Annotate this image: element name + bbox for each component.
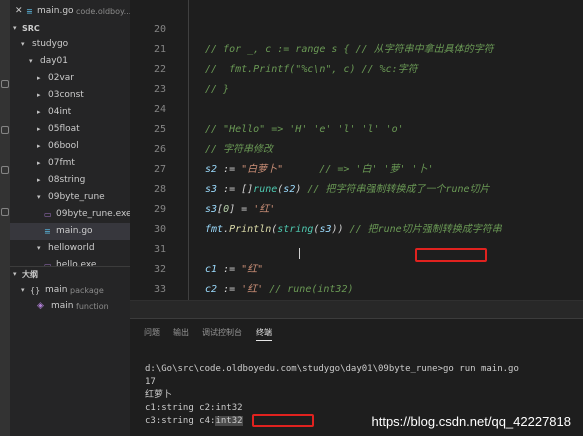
annotation-box-editor (415, 248, 487, 262)
code-line[interactable]: 31 c1 := "红" (130, 220, 583, 275)
tree-item-07fmt[interactable]: ▸ 07fmt (10, 155, 130, 172)
terminal-command-line[interactable]: d:\Go\src\code.oldboyedu.com\studygo\day… (145, 363, 519, 375)
tree-item-04int[interactable]: ▸ 04int (10, 104, 130, 121)
close-icon[interactable]: ✕ (15, 3, 23, 20)
terminal-selected-text: int32 (215, 416, 243, 426)
tab-debug-console[interactable]: 调试控制台 (202, 327, 242, 338)
outline-item-function[interactable]: ◈ main function (10, 298, 130, 315)
search-icon[interactable] (1, 80, 9, 88)
code-line[interactable]: 23 (130, 60, 583, 95)
chevron-right-icon: ▸ (37, 142, 41, 150)
code-line[interactable]: 21 // fmt.Printf("%c\n", c) // %c:字符 (130, 20, 583, 75)
chevron-down-icon: ▾ (37, 193, 41, 201)
tree-item-08string[interactable]: ▸ 08string (10, 172, 130, 189)
code-line[interactable]: 25 // 字符串修改 (130, 100, 583, 155)
tree-item-06bool[interactable]: ▸ 06bool (10, 138, 130, 155)
explorer-sidebar: ✕ ≡ main.go code.oldboy... ▾ SRC ▾ study… (10, 0, 130, 436)
code-line[interactable]: 32 c2 := '红' // rune(int32) (130, 240, 583, 295)
go-file-icon: ≡ (26, 7, 33, 16)
terminal-output-line: c3:string c4:int32 (145, 415, 243, 427)
code-line[interactable]: 30 (130, 200, 583, 235)
tree-item-02var[interactable]: ▸ 02var (10, 70, 130, 87)
tree-item-helloworld-folder[interactable]: ▾ helloworld (10, 240, 130, 257)
outline-item-label: main (51, 301, 74, 311)
code-line[interactable]: 26 s2 := "白萝卜" // => '白' '萝' '卜' (130, 120, 583, 175)
chevron-down-icon: ▾ (21, 286, 25, 294)
bottom-panel: 问题 输出 调试控制台 终端 d:\Go\src\code.oldboyedu.… (130, 318, 583, 436)
outline-item-package[interactable]: ▾ {} main package (10, 282, 130, 299)
tree-item-03const[interactable]: ▸ 03const (10, 87, 130, 104)
terminal-output-text: c3:string c4: (145, 416, 216, 426)
tree-item-label: main.go (56, 226, 93, 236)
outline-header[interactable]: ▾ 大纲 (10, 266, 130, 282)
outline-item-label: main (45, 285, 68, 295)
tree-item-main-go[interactable]: ≡ main.go (10, 223, 130, 240)
tab-terminal[interactable]: 终端 (256, 327, 272, 341)
chevron-down-icon: ▾ (13, 270, 17, 278)
tree-item-label: 05float (48, 124, 80, 134)
chevron-right-icon: ▸ (37, 91, 41, 99)
tree-item-label: studygo (32, 39, 69, 49)
chevron-right-icon: ▸ (37, 108, 41, 116)
chevron-down-icon: ▾ (13, 24, 17, 32)
code-line[interactable]: 20 // for _, c := range s { // 从字符串中拿出具体… (130, 0, 583, 55)
chevron-right-icon: ▸ (37, 125, 41, 133)
go-file-icon: ≡ (44, 227, 51, 236)
tree-item-label: 08string (48, 175, 86, 185)
tree-item-label: 09byte_rune.exe (56, 209, 130, 219)
terminal-output-line: 17 (145, 377, 156, 387)
tree-item-label: day01 (40, 56, 69, 66)
tree-item-label: helloworld (48, 243, 95, 253)
chevron-down-icon: ▾ (37, 244, 41, 252)
braces-icon: {} (30, 286, 41, 295)
code-line[interactable]: 24 // "Hello" => 'H' 'e' 'l' 'l' 'o' (130, 80, 583, 135)
code-line[interactable]: 33 fmt.Printf("c1:%T c2:%T\n", c1, c2) (130, 260, 583, 315)
code-line[interactable]: 34 c3 := "H" (130, 280, 583, 315)
tree-item-05float[interactable]: ▸ 05float (10, 121, 130, 138)
tree-item-day01[interactable]: ▾ day01 (10, 53, 130, 70)
terminal-output-line: 红萝卜 (145, 390, 173, 400)
chevron-down-icon: ▾ (21, 40, 25, 48)
tree-item-09byte-rune-exe[interactable]: ▭ 09byte_rune.exe (10, 206, 130, 223)
tree-item-label: 02var (48, 73, 74, 83)
code-line[interactable]: 28 s3[0] = '红' (130, 160, 583, 215)
debug-icon[interactable] (1, 166, 9, 174)
tab-output[interactable]: 输出 (173, 327, 189, 338)
tree-item-label: 04int (48, 107, 72, 117)
src-folder-header[interactable]: ▾ SRC (10, 20, 130, 37)
activity-bar (0, 0, 10, 436)
terminal-output-line: c1:string c2:int32 (145, 403, 243, 413)
chevron-right-icon: ▸ (37, 176, 41, 184)
extensions-icon[interactable] (1, 208, 9, 216)
source-control-icon[interactable] (1, 126, 9, 134)
tree-item-studygo[interactable]: ▾ studygo (10, 36, 130, 53)
mouse-ibeam-cursor (299, 248, 300, 259)
tree-item-09byte-rune[interactable]: ▾ 09byte_rune (10, 189, 130, 206)
chevron-right-icon: ▸ (37, 159, 41, 167)
code-line-current[interactable]: 35 c4 := 'H' (130, 300, 583, 318)
outline-item-kind: package (70, 286, 104, 295)
exe-file-icon: ▭ (44, 210, 52, 219)
open-editor-path: code.oldboy... (76, 7, 130, 16)
code-editor[interactable]: 20 // for _, c := range s { // 从字符串中拿出具体… (130, 0, 583, 318)
outline-header-label: 大纲 (22, 270, 38, 279)
watermark-text: https://blog.csdn.net/qq_42227818 (371, 414, 572, 429)
annotation-box-terminal (252, 414, 314, 427)
tree-item-label: 06bool (48, 141, 79, 151)
code-line[interactable]: 22 // } (130, 40, 583, 95)
code-line[interactable]: 27 s3 := []rune(s2) // 把字符串强制转换成了一个rune切… (130, 140, 583, 195)
open-editor-item[interactable]: ✕ ≡ main.go code.oldboy... (10, 3, 130, 20)
src-section-label: SRC (22, 24, 40, 33)
tree-item-label: 03const (48, 90, 84, 100)
open-editor-label: main.go (37, 6, 74, 16)
tree-item-label: 09byte_rune (48, 192, 105, 202)
outline-item-kind: function (76, 302, 109, 311)
tree-item-label: 07fmt (48, 158, 75, 168)
code-line[interactable]: 29 fmt.Println(string(s3)) // 把rune切片强制转… (130, 180, 583, 235)
chevron-right-icon: ▸ (37, 74, 41, 82)
tab-problems[interactable]: 问题 (144, 327, 160, 338)
function-cube-icon: ◈ (37, 301, 44, 311)
chevron-down-icon: ▾ (29, 57, 33, 65)
